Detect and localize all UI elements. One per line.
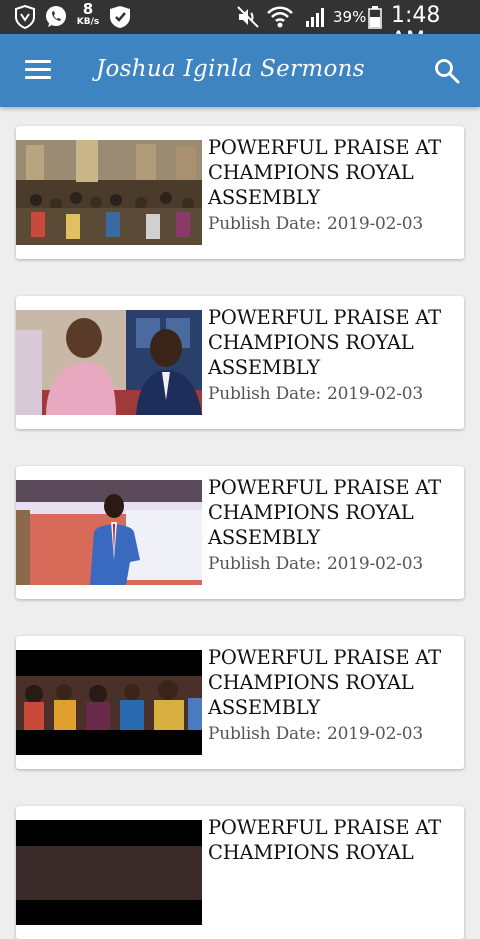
publish-date-label: Publish Date: bbox=[208, 554, 322, 574]
sermon-thumbnail bbox=[16, 140, 202, 245]
app-bar: Joshua Iginla Sermons bbox=[0, 34, 480, 107]
signal-strength-icon bbox=[306, 8, 324, 27]
publish-date-label: Publish Date: bbox=[208, 384, 322, 404]
sermon-card[interactable]: POWERFUL PRAISE AT CHAMPIONS ROYAL bbox=[16, 806, 464, 939]
sermon-title: POWERFUL PRAISE AT CHAMPIONS ROYAL bbox=[208, 816, 441, 864]
network-speed-unit: KB/s bbox=[76, 17, 100, 27]
network-speed-indicator: 8 KB/s bbox=[74, 2, 102, 27]
publish-date-value: 2019-02-03 bbox=[327, 554, 424, 574]
sermon-thumbnail bbox=[16, 310, 202, 415]
security-shield-icon bbox=[110, 6, 130, 28]
sermon-publish-date: Publish Date: 2019-02-03 bbox=[208, 384, 423, 404]
publish-date-value: 2019-02-03 bbox=[327, 384, 424, 404]
sermon-thumbnail bbox=[16, 820, 202, 925]
sermon-thumbnail bbox=[16, 650, 202, 755]
sermon-publish-date: Publish Date: 2019-02-03 bbox=[208, 724, 423, 744]
sermon-title: POWERFUL PRAISE AT CHAMPIONS ROYAL ASSEM… bbox=[208, 646, 441, 719]
status-bar: 8 KB/s 39% 1:48 AM bbox=[0, 0, 480, 53]
battery-icon bbox=[368, 6, 382, 29]
sermon-title: POWERFUL PRAISE AT CHAMPIONS ROYAL ASSEM… bbox=[208, 306, 441, 379]
publish-date-value: 2019-02-03 bbox=[327, 724, 424, 744]
sermon-thumbnail bbox=[16, 480, 202, 585]
publish-date-value: 2019-02-03 bbox=[327, 214, 424, 234]
sermon-title: POWERFUL PRAISE AT CHAMPIONS ROYAL ASSEM… bbox=[208, 136, 441, 209]
publish-date-label: Publish Date: bbox=[208, 724, 322, 744]
network-speed-value: 8 bbox=[82, 0, 94, 18]
sermon-publish-date: Publish Date: 2019-02-03 bbox=[208, 554, 423, 574]
mute-icon bbox=[237, 6, 259, 28]
publish-date-label: Publish Date: bbox=[208, 214, 322, 234]
sermon-publish-date: Publish Date: 2019-02-03 bbox=[208, 214, 423, 234]
sermon-title: POWERFUL PRAISE AT CHAMPIONS ROYAL ASSEM… bbox=[208, 476, 441, 549]
battery-percentage: 39% bbox=[333, 8, 367, 26]
shield-icon bbox=[15, 5, 35, 29]
sermon-card[interactable]: POWERFUL PRAISE AT CHAMPIONS ROYAL ASSEM… bbox=[16, 466, 464, 599]
sermon-card[interactable]: POWERFUL PRAISE AT CHAMPIONS ROYAL ASSEM… bbox=[16, 126, 464, 259]
wifi-icon bbox=[267, 6, 293, 28]
search-icon[interactable] bbox=[434, 58, 460, 84]
sermon-card[interactable]: POWERFUL PRAISE AT CHAMPIONS ROYAL ASSEM… bbox=[16, 296, 464, 429]
sermon-card[interactable]: POWERFUL PRAISE AT CHAMPIONS ROYAL ASSEM… bbox=[16, 636, 464, 769]
whatsapp-icon bbox=[46, 6, 66, 27]
hamburger-menu-icon[interactable] bbox=[25, 60, 51, 80]
app-title: Joshua Iginla Sermons bbox=[96, 56, 365, 82]
